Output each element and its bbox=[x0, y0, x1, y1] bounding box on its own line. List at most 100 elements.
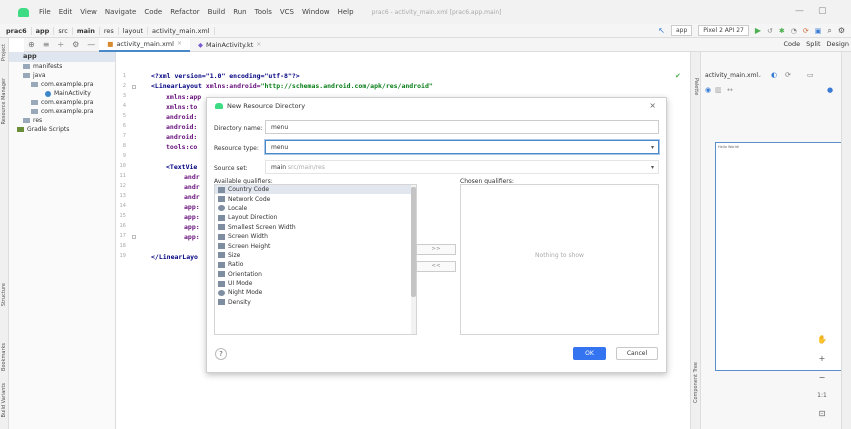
menu-code[interactable]: Code bbox=[144, 8, 162, 16]
view-mode-code[interactable]: Code bbox=[783, 40, 800, 48]
list-item[interactable]: Locale bbox=[215, 204, 416, 213]
pan-hand-icon[interactable]: ✋ bbox=[817, 335, 827, 344]
menu-window[interactable]: Window bbox=[302, 8, 330, 16]
restore-icon[interactable]: ▢ bbox=[818, 6, 827, 16]
project-root[interactable]: app bbox=[9, 52, 115, 62]
info-icon[interactable]: ● bbox=[827, 86, 833, 94]
hammer-icon[interactable]: ↖ bbox=[658, 26, 665, 35]
list-item[interactable]: Screen Height bbox=[215, 241, 416, 250]
list-item[interactable]: Density bbox=[215, 298, 416, 307]
debug-icon[interactable]: ✱ bbox=[779, 27, 785, 35]
zoom-out-button[interactable]: − bbox=[819, 373, 826, 382]
tab-main-activity[interactable]: ◆ MainActivity.kt × bbox=[190, 38, 269, 52]
sync-icon[interactable]: ⟳ bbox=[803, 27, 809, 35]
menu-navigate[interactable]: Navigate bbox=[105, 8, 136, 16]
list-item[interactable]: Orientation bbox=[215, 270, 416, 279]
tree-item-gradle-scripts[interactable]: Gradle Scripts bbox=[9, 125, 115, 134]
tree-item-java[interactable]: java bbox=[9, 71, 115, 80]
menu-view[interactable]: View bbox=[80, 8, 97, 16]
minimize-icon[interactable]: — bbox=[795, 6, 804, 16]
tool-window-structure[interactable]: Structure bbox=[1, 283, 7, 306]
scrollbar[interactable] bbox=[411, 185, 416, 334]
menu-vcs[interactable]: VCS bbox=[280, 8, 294, 16]
list-item[interactable]: Size bbox=[215, 251, 416, 260]
device-icon[interactable]: ▭ bbox=[807, 71, 814, 79]
constraint-icon[interactable]: ↔ bbox=[727, 86, 733, 94]
tree-item-mainactivity[interactable]: MainActivity bbox=[9, 89, 115, 98]
blueprint-icon[interactable]: ▥ bbox=[715, 86, 722, 94]
close-icon[interactable]: × bbox=[649, 101, 656, 110]
device-selector[interactable]: Pixel 2 API 27 bbox=[698, 25, 749, 36]
list-item[interactable]: Screen Width bbox=[215, 232, 416, 241]
tool-window-resource-manager[interactable]: Resource Manager bbox=[1, 78, 7, 124]
tool-window-bookmarks[interactable]: Bookmarks bbox=[1, 343, 7, 371]
list-item[interactable]: Night Mode bbox=[215, 288, 416, 297]
gear-icon[interactable]: ⚙ bbox=[838, 26, 845, 35]
directory-name-input[interactable]: menu bbox=[265, 120, 659, 134]
chosen-qualifiers-list[interactable]: Nothing to show bbox=[460, 184, 659, 335]
menu-refactor[interactable]: Refactor bbox=[170, 8, 199, 16]
settings-icon[interactable]: ⚙ bbox=[72, 40, 79, 49]
profile-icon[interactable]: ◔ bbox=[791, 27, 797, 35]
tree-item-package[interactable]: com.example.pra bbox=[9, 80, 115, 89]
tree-item-manifests[interactable]: manifests bbox=[9, 62, 115, 71]
module-selector[interactable]: app bbox=[670, 25, 693, 36]
scrollbar-thumb[interactable] bbox=[411, 187, 416, 297]
list-item[interactable]: UI Mode bbox=[215, 279, 416, 288]
list-item[interactable]: Ratio bbox=[215, 260, 416, 269]
layout-selector[interactable]: activity_main.xml bbox=[705, 72, 758, 79]
chevron-down-icon[interactable]: ⌄ bbox=[757, 72, 762, 79]
available-qualifiers-list[interactable]: Country Code Network Code Locale Layout … bbox=[214, 184, 417, 335]
hide-icon[interactable]: — bbox=[87, 40, 95, 49]
night-mode-icon[interactable]: ◐ bbox=[771, 71, 777, 79]
menu-edit[interactable]: Edit bbox=[59, 8, 73, 16]
add-qualifier-button[interactable]: >> bbox=[416, 244, 456, 255]
orientation-icon[interactable]: ⟳ bbox=[785, 71, 791, 79]
ok-button[interactable]: OK bbox=[573, 347, 606, 360]
preview-textview[interactable]: Hello World! bbox=[718, 145, 739, 149]
collapse-icon[interactable]: ≡ bbox=[43, 40, 50, 49]
fold-icon[interactable] bbox=[132, 85, 136, 89]
avd-manager-icon[interactable]: ▣ bbox=[815, 27, 822, 35]
close-icon[interactable]: × bbox=[177, 40, 182, 47]
list-item[interactable]: Network Code bbox=[215, 194, 416, 203]
tool-window-component-tree[interactable]: Component Tree bbox=[693, 362, 699, 403]
search-icon[interactable]: ⌕ bbox=[827, 26, 831, 36]
breadcrumb-item[interactable]: activity_main.xml bbox=[148, 26, 215, 35]
tool-window-palette[interactable]: Palette bbox=[693, 78, 699, 95]
zoom-fit-icon[interactable]: ⊡ bbox=[819, 409, 826, 418]
breadcrumb-item[interactable]: layout bbox=[119, 26, 149, 35]
help-button[interactable]: ? bbox=[215, 348, 227, 360]
menu-tools[interactable]: Tools bbox=[255, 8, 272, 16]
list-item[interactable]: Smallest Screen Width bbox=[215, 223, 416, 232]
tree-item-package[interactable]: com.example.pra bbox=[9, 98, 115, 107]
tree-item-package[interactable]: com.example.pra bbox=[9, 107, 115, 116]
menu-file[interactable]: File bbox=[39, 8, 51, 16]
zoom-actual-size-button[interactable]: 1:1 bbox=[817, 392, 827, 399]
zoom-in-button[interactable]: + bbox=[819, 354, 826, 363]
menu-build[interactable]: Build bbox=[208, 8, 226, 16]
expand-icon[interactable]: ÷ bbox=[57, 40, 64, 49]
tool-window-project[interactable]: Project bbox=[1, 44, 7, 61]
close-icon[interactable]: × bbox=[256, 41, 261, 48]
cancel-button[interactable]: Cancel bbox=[616, 347, 658, 360]
list-item[interactable]: Country Code bbox=[215, 185, 416, 195]
breadcrumb-item[interactable]: prac6 bbox=[2, 26, 32, 35]
list-item[interactable]: Layout Direction bbox=[215, 213, 416, 222]
tab-activity-main[interactable]: ■ activity_main.xml × bbox=[99, 37, 190, 52]
tree-item-res[interactable]: res bbox=[9, 116, 115, 125]
breadcrumb-item[interactable]: app bbox=[32, 26, 55, 35]
add-icon[interactable]: ⊕ bbox=[28, 40, 35, 49]
run-icon[interactable]: ▶ bbox=[755, 26, 761, 35]
eye-icon[interactable]: ◉ bbox=[705, 86, 711, 94]
view-mode-design[interactable]: Design bbox=[827, 40, 849, 48]
view-mode-split[interactable]: Split bbox=[806, 40, 820, 48]
breadcrumb-item[interactable]: main bbox=[73, 26, 100, 35]
breadcrumb-item[interactable]: res bbox=[100, 26, 119, 35]
source-set-select[interactable]: main src/main/res ▾ bbox=[265, 160, 659, 174]
apply-changes-icon[interactable]: ↺ bbox=[767, 27, 773, 35]
menu-run[interactable]: Run bbox=[233, 8, 246, 16]
resource-type-select[interactable]: menu ▾ bbox=[265, 140, 659, 154]
tool-window-build-variants[interactable]: Build Variants bbox=[1, 383, 7, 417]
breadcrumb-item[interactable]: src bbox=[54, 26, 73, 35]
